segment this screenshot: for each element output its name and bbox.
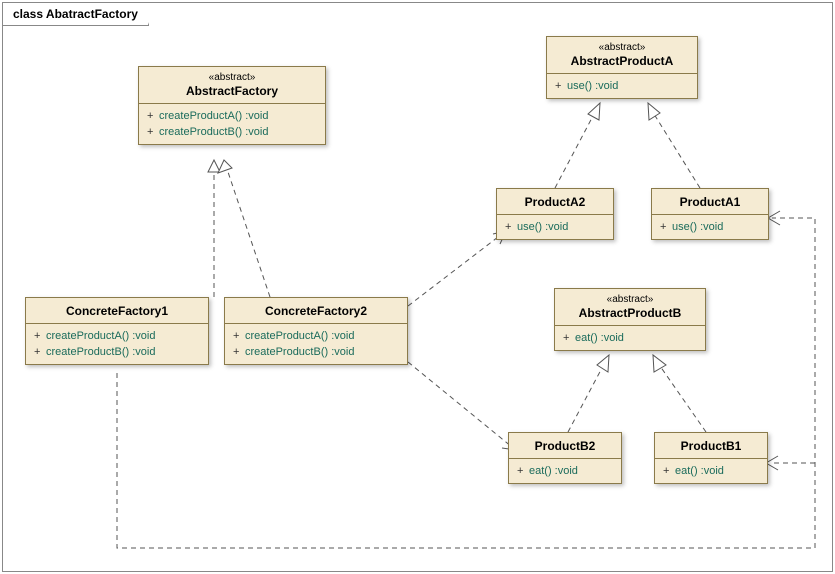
operation: createProductA() :void xyxy=(159,110,268,122)
operation: createProductB() :void xyxy=(46,346,155,358)
visibility: + xyxy=(517,463,529,479)
class-name: AbstractProductA xyxy=(555,53,689,68)
operation: eat() :void xyxy=(575,332,624,344)
class-name: ConcreteFactory2 xyxy=(233,303,399,318)
stereotype-label: «abstract» xyxy=(555,42,689,53)
class-product-b1: ProductB1 +eat() :void xyxy=(654,432,768,484)
class-concrete-factory1: ConcreteFactory1 +createProductA() :void… xyxy=(25,297,209,365)
class-concrete-factory2: ConcreteFactory2 +createProductA() :void… xyxy=(224,297,408,365)
class-product-a2: ProductA2 +use() :void xyxy=(496,188,614,240)
class-name: ProductB1 xyxy=(663,438,759,453)
operation: createProductB() :void xyxy=(159,126,268,138)
class-product-a1: ProductA1 +use() :void xyxy=(651,188,769,240)
stereotype-label: «abstract» xyxy=(147,72,317,83)
operation: use() :void xyxy=(517,221,568,233)
visibility: + xyxy=(563,330,575,346)
operation: createProductA() :void xyxy=(245,330,354,342)
diagram-title: class AbatractFactory xyxy=(3,3,149,26)
operation: createProductA() :void xyxy=(46,330,155,342)
class-product-b2: ProductB2 +eat() :void xyxy=(508,432,622,484)
visibility: + xyxy=(233,344,245,360)
class-name: ProductA1 xyxy=(660,194,760,209)
visibility: + xyxy=(147,108,159,124)
class-name: ProductA2 xyxy=(505,194,605,209)
diagram-frame: class AbatractFactory xyxy=(2,2,833,572)
visibility: + xyxy=(233,328,245,344)
class-name: ProductB2 xyxy=(517,438,613,453)
operation: createProductB() :void xyxy=(245,346,354,358)
operation: eat() :void xyxy=(529,465,578,477)
operation: eat() :void xyxy=(675,465,724,477)
visibility: + xyxy=(660,219,672,235)
class-name: AbstractFactory xyxy=(147,83,317,98)
visibility: + xyxy=(147,124,159,140)
operation: use() :void xyxy=(567,80,618,92)
class-abstract-factory: «abstract» AbstractFactory +createProduc… xyxy=(138,66,326,145)
visibility: + xyxy=(34,344,46,360)
class-name: ConcreteFactory1 xyxy=(34,303,200,318)
visibility: + xyxy=(34,328,46,344)
class-abstract-product-a: «abstract» AbstractProductA +use() :void xyxy=(546,36,698,99)
operation: use() :void xyxy=(672,221,723,233)
visibility: + xyxy=(555,78,567,94)
visibility: + xyxy=(663,463,675,479)
visibility: + xyxy=(505,219,517,235)
stereotype-label: «abstract» xyxy=(563,294,697,305)
class-abstract-product-b: «abstract» AbstractProductB +eat() :void xyxy=(554,288,706,351)
class-name: AbstractProductB xyxy=(563,305,697,320)
